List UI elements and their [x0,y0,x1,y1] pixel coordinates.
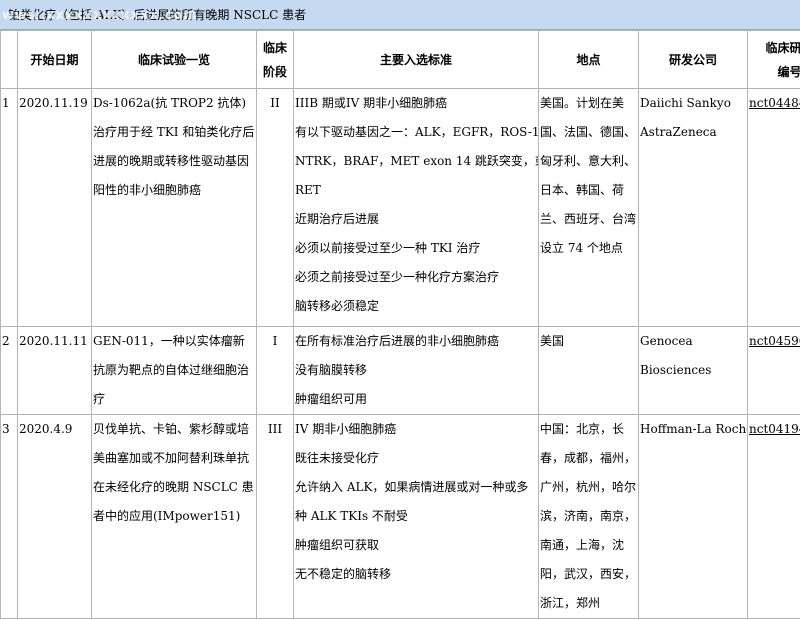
cell-phase: III [257,415,294,619]
header-no [1,31,18,89]
criteria-line: 种 ALK TKIs 不耐受 [295,502,537,531]
table-header-row: 开始日期 临床试验一览 临床 阶段 主要入选标准 地点 研发公司 临床研究 编号 [1,31,800,89]
header-trial-id: 临床研究 编号 [748,31,800,89]
cell-start-date: 2020.11.19 [18,89,92,327]
cell-phase: I [257,327,294,415]
header-phase: 临床 阶段 [257,31,294,89]
header-phase-line1: 临床 [258,36,292,60]
criteria-line: IIIB 期或IV 期非小细胞肺癌 [295,89,537,118]
trial-table: 开始日期 临床试验一览 临床 阶段 主要入选标准 地点 研发公司 临床研究 编号… [0,30,800,619]
cell-criteria: IV 期非小细胞肺癌 既往未接受化疗 允许纳入 ALK，如果病情进展或对一种或多… [294,415,539,619]
cell-trial-id[interactable]: nct04484142 [748,89,800,327]
criteria-line: 必须以前接受过至少一种 TKI 治疗 [295,234,537,263]
criteria-line: 允许纳入 ALK，如果病情进展或对一种或多 [295,473,537,502]
criteria-line: IV 期非小细胞肺癌 [295,415,537,444]
company-line: Genocea [640,327,746,356]
company-line: AstraZeneca [640,118,746,147]
header-criteria: 主要入选标准 [294,31,539,89]
criteria-line: 肿瘤组织可用 [295,385,537,414]
cell-start-date: 2020.11.11 [18,327,92,415]
criteria-line: RET [295,176,537,205]
cell-criteria: IIIB 期或IV 期非小细胞肺癌 有以下驱动基因之一：ALK，EGFR，ROS… [294,89,539,327]
cell-trial: 贝伐单抗、卡铂、紫杉醇或培美曲塞加或不加阿替利珠单抗在未经化疗的晚期 NSCLC… [92,415,257,619]
table-row: 1 2020.11.19 Ds-1062a(抗 TROP2 抗体)治疗用于经 T… [1,89,800,327]
header-company: 研发公司 [639,31,748,89]
cell-start-date: 2020.4.9 [18,415,92,619]
cell-location: 中国：北京，长春，成都，福州，广州，杭州，哈尔滨，济南，南京，南通，上海，沈阳，… [539,415,639,619]
company-line: Biosciences [640,356,746,385]
header-id-line1: 临床研究 [749,36,800,60]
criteria-line: 脑转移必须稳定 [295,292,537,321]
header-start-date: 开始日期 [18,31,92,89]
watermark: www.xxxxxxxxxxxx.com [2,8,198,23]
criteria-line: 必须之前接受过至少一种化疗方案治疗 [295,263,537,292]
header-location: 地点 [539,31,639,89]
cell-trial-id[interactable]: nct04194203 [748,415,800,619]
criteria-line: 没有脑膜转移 [295,356,537,385]
cell-criteria: 在所有标准治疗后进展的非小细胞肺癌 没有脑膜转移 肿瘤组织可用 [294,327,539,415]
company-line: Daiichi Sankyo [640,89,746,118]
criteria-line: 既往未接受化疗 [295,444,537,473]
cell-company: Daiichi Sankyo AstraZeneca [639,89,748,327]
criteria-line: 近期治疗后进展 [295,205,537,234]
cell-location: 美国。计划在美国、法国、德国、匈牙利、意大利、日本、韩国、荷兰、西班牙、台湾设立… [539,89,639,327]
cell-phase: II [257,89,294,327]
cell-trial: GEN-011，一种以实体瘤新抗原为靶点的自体过继细胞治疗 [92,327,257,415]
cell-no: 1 [1,89,18,327]
trial-id-link[interactable]: nct04484142 [749,96,800,110]
trial-id-link[interactable]: nct04194203 [749,422,800,436]
criteria-line: 肿瘤组织可获取 [295,531,537,560]
table-row: 3 2020.4.9 贝伐单抗、卡铂、紫杉醇或培美曲塞加或不加阿替利珠单抗在未经… [1,415,800,619]
trial-id-link[interactable]: nct04596033 [749,334,800,348]
criteria-line: NTRK，BRAF，MET exon 14 跳跃突变，或 [295,147,537,176]
header-trial: 临床试验一览 [92,31,257,89]
company-line: Hoffman-La Roche [640,415,746,444]
cell-no: 3 [1,415,18,619]
header-id-line2: 编号 [749,60,800,84]
criteria-line: 在所有标准治疗后进展的非小细胞肺癌 [295,327,537,356]
table-row: 2 2020.11.11 GEN-011，一种以实体瘤新抗原为靶点的自体过继细胞… [1,327,800,415]
cell-location: 美国 [539,327,639,415]
cell-company: Hoffman-La Roche [639,415,748,619]
cell-no: 2 [1,327,18,415]
criteria-line: 无不稳定的脑转移 [295,560,537,589]
criteria-line: 有以下驱动基因之一：ALK，EGFR，ROS-1， [295,118,537,147]
cell-trial: Ds-1062a(抗 TROP2 抗体)治疗用于经 TKI 和铂类化疗后进展的晚… [92,89,257,327]
cell-company: Genocea Biosciences [639,327,748,415]
cell-trial-id[interactable]: nct04596033 [748,327,800,415]
header-phase-line2: 阶段 [258,60,292,84]
